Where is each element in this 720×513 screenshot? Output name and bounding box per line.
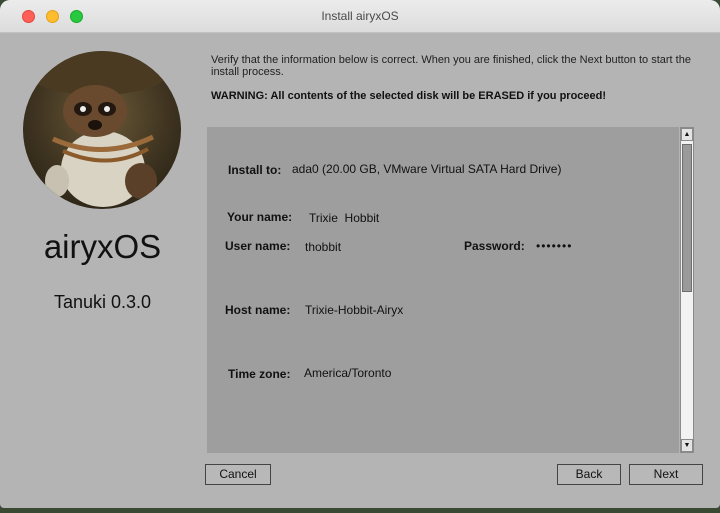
your-name-label: Your name:	[227, 210, 293, 224]
password-label: Password:	[464, 239, 525, 253]
time-zone-value: America/Toronto	[304, 366, 392, 380]
window-title: Install airyxOS	[321, 9, 399, 23]
scroll-down-arrow-icon[interactable]: ▼	[681, 439, 693, 452]
erase-warning: WARNING: All contents of the selected di…	[211, 90, 607, 102]
os-version: Tanuki 0.3.0	[53, 292, 152, 312]
host-name-label: Host name:	[225, 303, 291, 317]
time-zone-label: Time zone:	[228, 367, 291, 381]
next-button[interactable]: Next	[629, 464, 703, 485]
os-name: airyxOS	[43, 228, 162, 265]
intro-text: Verify that the information below is cor…	[211, 54, 691, 78]
summary-scrollbar[interactable]: ▲ ▼	[680, 127, 694, 453]
user-name-label: User name:	[225, 239, 291, 253]
install-to-value: ada0 (20.00 GB, VMware Virtual SATA Hard…	[292, 162, 562, 176]
installer-window: Install airyxOS airyxOS Tanuki 0.3.0 Ver…	[0, 0, 720, 508]
your-name-value: Trixie Hobbit	[309, 211, 380, 225]
scrollbar-thumb[interactable]	[682, 144, 692, 292]
user-name-value: thobbit	[305, 240, 342, 254]
summary-panel: Install to: ada0 (20.00 GB, VMware Virtu…	[207, 127, 679, 453]
scroll-up-arrow-icon[interactable]: ▲	[681, 128, 693, 141]
install-to-label: Install to:	[228, 163, 282, 177]
back-button[interactable]: Back	[557, 464, 621, 485]
title-bar: Install airyxOS	[0, 0, 720, 33]
host-name-value: Trixie-Hobbit-Airyx	[305, 303, 404, 317]
cancel-button[interactable]: Cancel	[205, 464, 271, 485]
tanuki-figure-icon	[28, 51, 168, 207]
tanuki-logo-image	[23, 51, 181, 209]
password-value: •••••••	[536, 239, 573, 253]
